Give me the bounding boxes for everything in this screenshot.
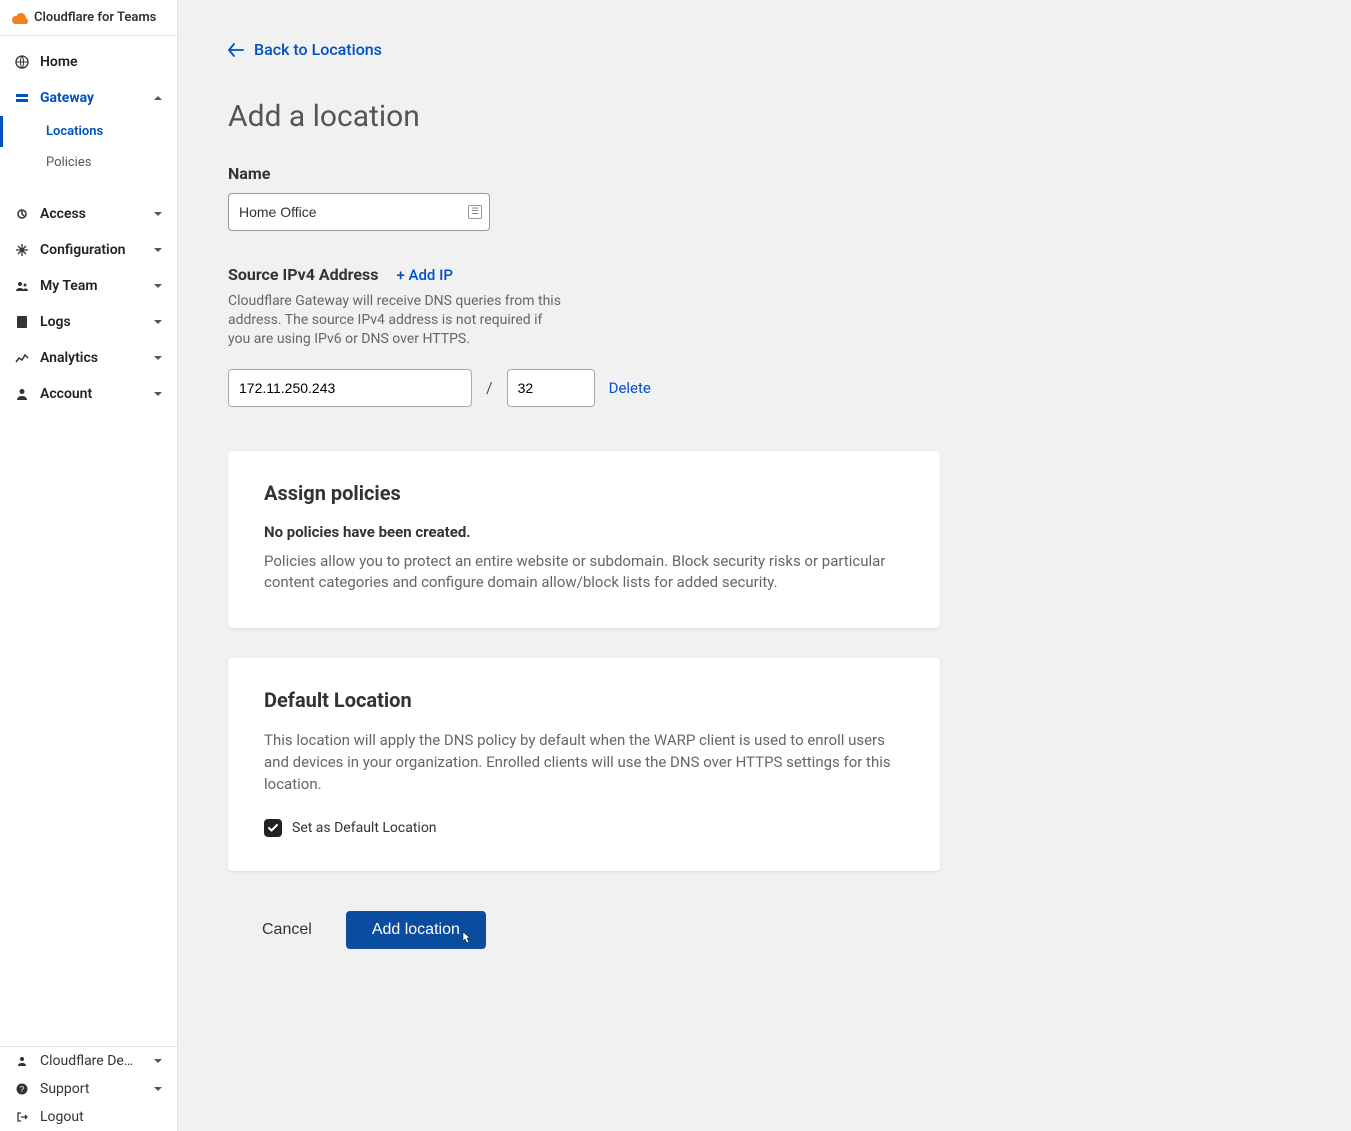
mask-input[interactable] (507, 369, 595, 407)
brand-title: Cloudflare for Teams (34, 10, 156, 25)
gateway-icon (14, 91, 30, 105)
assign-policies-title: Assign policies (264, 481, 904, 505)
logs-icon (14, 315, 30, 329)
add-ip-button[interactable]: + Add IP (396, 266, 452, 284)
analytics-icon (14, 351, 30, 365)
sidebar-footer: Cloudflare Demo d… ? Support Logout (0, 1046, 177, 1131)
name-label: Name (228, 164, 1301, 183)
home-icon (14, 55, 30, 69)
nav-analytics[interactable]: Analytics (0, 340, 177, 376)
svg-text:?: ? (20, 1085, 25, 1094)
nav-home-label: Home (40, 54, 163, 70)
team-icon (14, 279, 30, 293)
checkbox-icon[interactable] (264, 819, 282, 837)
footer-logout[interactable]: Logout (0, 1103, 177, 1131)
cancel-button[interactable]: Cancel (258, 911, 316, 949)
back-to-locations[interactable]: Back to Locations (228, 40, 382, 59)
nav-gateway-locations[interactable]: Locations (0, 116, 177, 147)
nav-analytics-label: Analytics (40, 350, 143, 366)
chevron-down-icon (153, 1056, 163, 1066)
nav-account[interactable]: Account (0, 376, 177, 412)
nav-account-label: Account (40, 386, 143, 402)
add-location-button-label: Add location (372, 921, 460, 938)
footer-support-label: Support (40, 1081, 143, 1097)
default-location-body: This location will apply the DNS policy … (264, 730, 904, 795)
delete-ip-button[interactable]: Delete (609, 379, 651, 397)
arrow-left-icon (228, 43, 244, 57)
page-title: Add a location (228, 99, 1301, 134)
footer-org-label: Cloudflare Demo d… (40, 1053, 143, 1069)
chevron-down-icon (153, 245, 163, 255)
nav-gateway-locations-label: Locations (46, 124, 103, 139)
default-location-title: Default Location (264, 688, 904, 712)
nav-configuration[interactable]: Configuration (0, 232, 177, 268)
chevron-down-icon (153, 1084, 163, 1094)
nav-gateway-policies[interactable]: Policies (0, 147, 177, 178)
add-location-button[interactable]: Add location (346, 911, 486, 949)
access-icon (14, 207, 30, 221)
back-label: Back to Locations (254, 40, 382, 59)
footer-logout-label: Logout (40, 1109, 163, 1125)
nav-logs[interactable]: Logs (0, 304, 177, 340)
name-field: Name ☰ (228, 164, 1301, 231)
sidebar: Cloudflare for Teams Home Gateway (0, 0, 178, 1131)
nav-logs-label: Logs (40, 314, 143, 330)
ipv4-label: Source IPv4 Address (228, 265, 378, 284)
name-input[interactable] (228, 193, 490, 231)
brand[interactable]: Cloudflare for Teams (0, 0, 177, 36)
nav-myteam-label: My Team (40, 278, 143, 294)
nav: Home Gateway Locations Policies (0, 36, 177, 412)
nav-access-label: Access (40, 206, 143, 222)
autofill-icon: ☰ (468, 205, 482, 219)
nav-configuration-label: Configuration (40, 242, 143, 258)
nav-gateway-policies-label: Policies (46, 155, 91, 170)
account-icon (14, 387, 30, 401)
chevron-up-icon (153, 93, 163, 103)
logout-icon (14, 1111, 30, 1123)
person-icon (14, 1055, 30, 1067)
help-icon: ? (14, 1083, 30, 1095)
ip-input[interactable] (228, 369, 472, 407)
actions: Cancel Add location (228, 911, 1301, 949)
nav-gateway-label: Gateway (40, 90, 143, 106)
assign-policies-sub: No policies have been created. (264, 523, 904, 541)
default-location-check-label: Set as Default Location (292, 820, 437, 836)
assign-policies-card: Assign policies No policies have been cr… (228, 451, 940, 629)
nav-gateway[interactable]: Gateway (0, 80, 177, 116)
nav-myteam[interactable]: My Team (0, 268, 177, 304)
chevron-down-icon (153, 281, 163, 291)
configuration-icon (14, 243, 30, 257)
content: Back to Locations Add a location Name ☰ … (178, 0, 1351, 1131)
default-location-card: Default Location This location will appl… (228, 658, 940, 871)
brand-icon (12, 12, 28, 24)
ipv4-help: Cloudflare Gateway will receive DNS quer… (228, 292, 568, 349)
chevron-down-icon (153, 389, 163, 399)
footer-support[interactable]: ? Support (0, 1075, 177, 1103)
cursor-icon (462, 931, 474, 945)
chevron-down-icon (153, 353, 163, 363)
nav-access[interactable]: Access (0, 196, 177, 232)
footer-org[interactable]: Cloudflare Demo d… (0, 1047, 177, 1075)
ip-separator: / (486, 378, 493, 397)
chevron-down-icon (153, 317, 163, 327)
assign-policies-body: Policies allow you to protect an entire … (264, 551, 904, 595)
ip-row: / Delete (228, 369, 1301, 407)
chevron-down-icon (153, 209, 163, 219)
nav-home[interactable]: Home (0, 44, 177, 80)
default-location-check-row[interactable]: Set as Default Location (264, 819, 904, 837)
ipv4-section: Source IPv4 Address + Add IP Cloudflare … (228, 265, 1301, 407)
